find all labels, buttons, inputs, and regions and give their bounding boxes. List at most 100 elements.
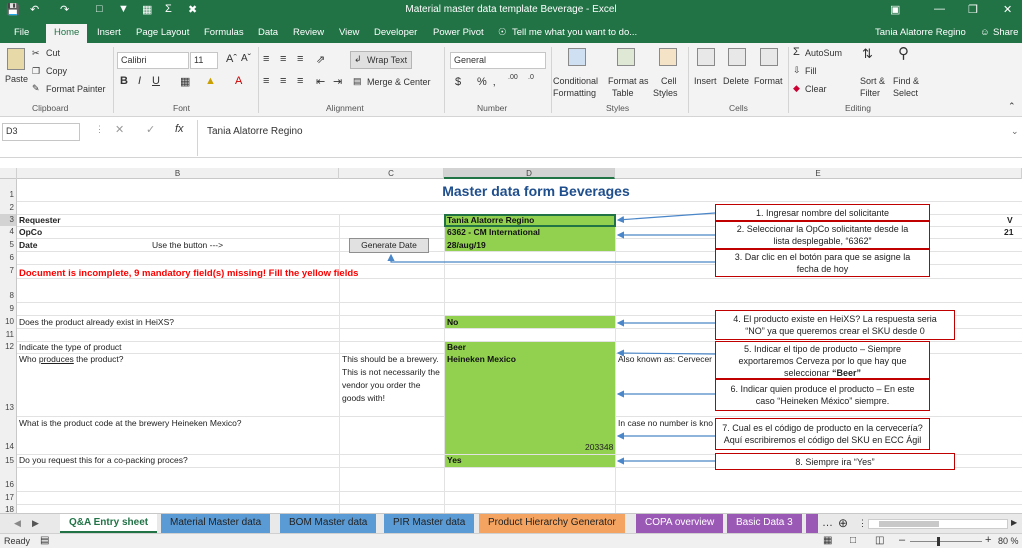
autosum-button[interactable]: AutoSum (805, 48, 842, 58)
sort-filter-label-2[interactable]: Filter (860, 88, 880, 98)
scroll-right-icon[interactable]: ▶ (32, 518, 39, 529)
tab-home[interactable]: Home (46, 24, 88, 43)
cell-styles-label-1[interactable]: Cell (661, 76, 677, 86)
select-all-corner[interactable] (0, 168, 17, 179)
font-size-select[interactable]: 11 (190, 52, 218, 69)
find-select-label-1[interactable]: Find & (893, 76, 919, 86)
column-header-d[interactable]: D (444, 168, 615, 179)
sheet-tab-copa[interactable]: COPA overview (636, 514, 724, 533)
increase-decimal-icon[interactable]: .00 (508, 74, 518, 81)
sheet-tab-pir-master[interactable]: PIR Master data (384, 514, 475, 533)
increase-indent-icon[interactable]: ⇥ (333, 75, 342, 88)
more-sheets-icon[interactable]: … (822, 517, 833, 529)
clear-button[interactable]: Clear (805, 84, 827, 94)
conditional-formatting-label-2[interactable]: Formatting (553, 88, 596, 98)
cell-styles-label-2[interactable]: Styles (653, 88, 678, 98)
merge-center-button[interactable]: Merge & Center (367, 77, 431, 87)
zoom-in-icon[interactable]: + (985, 534, 991, 546)
name-box[interactable]: D3 (2, 123, 80, 141)
sort-filter-label-1[interactable]: Sort & (860, 76, 885, 86)
paste-button[interactable]: Paste (5, 74, 28, 84)
currency-icon[interactable]: $ (455, 76, 461, 88)
sheet-tab-material-master[interactable]: Material Master data (161, 514, 271, 533)
sheet-tab-truncated[interactable] (806, 514, 818, 533)
column-header-b[interactable]: B (17, 168, 339, 179)
tab-split-icon[interactable]: ⋮ (858, 518, 867, 529)
align-left-icon[interactable]: ≡ (263, 75, 269, 87)
sheet-tab-bom-master[interactable]: BOM Master data (280, 514, 377, 533)
find-select-label-2[interactable]: Select (893, 88, 918, 98)
align-center-icon[interactable]: ≡ (280, 75, 286, 87)
font-name-select[interactable]: Calibri (117, 52, 189, 69)
align-bottom-icon[interactable]: ≡ (297, 53, 303, 65)
insert-function-icon[interactable]: fx (175, 123, 184, 135)
bold-icon[interactable]: B (120, 75, 128, 87)
enter-icon[interactable]: ✓ (146, 123, 155, 136)
italic-icon[interactable]: I (138, 75, 141, 87)
add-sheet-icon[interactable]: ⊕ (838, 516, 848, 530)
tab-developer[interactable]: Developer (374, 27, 417, 38)
decrease-font-icon[interactable]: Aˇ (241, 53, 251, 64)
fill-button[interactable]: Fill (805, 66, 817, 76)
zoom-slider[interactable] (910, 537, 982, 546)
copy-button[interactable]: Copy (46, 66, 67, 76)
minimize-icon[interactable]: — (934, 3, 945, 15)
number-format-select[interactable]: General (450, 52, 546, 69)
user-name[interactable]: Tania Alatorre Regino (875, 27, 966, 38)
font-color-icon[interactable]: A (235, 75, 242, 87)
column-header-e[interactable]: E (615, 168, 1022, 179)
zoom-out-icon[interactable]: – (899, 534, 905, 546)
decrease-decimal-icon[interactable]: .0 (528, 74, 534, 81)
format-as-table-label-1[interactable]: Format as (608, 76, 649, 86)
tab-insert[interactable]: Insert (97, 27, 121, 38)
tab-view[interactable]: View (339, 27, 359, 38)
wrap-text-button[interactable]: Wrap Text ↲ (350, 51, 412, 69)
comma-icon[interactable]: ‚ (493, 76, 495, 88)
orientation-icon[interactable]: ⇗ (316, 53, 325, 66)
delete-cells-button[interactable]: Delete (723, 76, 749, 86)
page-layout-icon[interactable]: □ (850, 535, 856, 546)
scrollbar-thumb[interactable] (879, 521, 939, 527)
format-painter-button[interactable]: Format Painter (46, 84, 106, 94)
tab-page-layout[interactable]: Page Layout (136, 27, 189, 38)
underline-icon[interactable]: U (152, 75, 160, 87)
scroll-left-icon[interactable]: ◀ (14, 518, 21, 529)
format-as-table-label-2[interactable]: Table (612, 88, 634, 98)
percent-icon[interactable]: % (477, 76, 487, 88)
ribbon-display-icon[interactable]: ▣ (890, 3, 900, 16)
align-top-icon[interactable]: ≡ (263, 53, 269, 65)
borders-icon[interactable]: ▦ (180, 75, 190, 88)
share-button[interactable]: Share (993, 27, 1018, 38)
insert-cells-button[interactable]: Insert (694, 76, 717, 86)
align-middle-icon[interactable]: ≡ (280, 53, 286, 65)
tab-formulas[interactable]: Formulas (204, 27, 244, 38)
page-break-icon[interactable]: ◫ (875, 535, 884, 546)
column-header-c[interactable]: C (339, 168, 444, 179)
zoom-level[interactable]: 80 % (998, 536, 1019, 546)
fill-color-icon[interactable]: ▲ (205, 75, 216, 87)
tab-data[interactable]: Data (258, 27, 278, 38)
tell-me-box[interactable]: Tell me what you want to do... (512, 27, 637, 38)
cancel-icon[interactable]: ✕ (115, 123, 124, 136)
format-cells-button[interactable]: Format (754, 76, 783, 86)
formula-input[interactable]: Tania Alatorre Regino (207, 126, 303, 137)
conditional-formatting-label-1[interactable]: Conditional (553, 76, 598, 86)
clipboard-icon[interactable] (7, 48, 25, 70)
cut-button[interactable]: Cut (46, 48, 60, 58)
increase-font-icon[interactable]: Aˆ (226, 53, 237, 65)
close-icon[interactable]: ✕ (1003, 3, 1012, 16)
sheet-tab-qa-entry[interactable]: Q&A Entry sheet (60, 514, 158, 533)
decrease-indent-icon[interactable]: ⇤ (316, 75, 325, 88)
macro-record-icon[interactable]: ▤ (40, 535, 49, 546)
align-right-icon[interactable]: ≡ (297, 75, 303, 87)
sheet-tab-product-hierarchy[interactable]: Product Hierarchy Generator (479, 514, 625, 533)
sheet-tab-basic-data-3[interactable]: Basic Data 3 (727, 514, 802, 533)
expand-formula-icon[interactable]: ⌄ (1011, 126, 1019, 137)
zoom-slider-thumb[interactable] (937, 537, 940, 546)
tab-file[interactable]: File (14, 27, 29, 38)
tab-power-pivot[interactable]: Power Pivot (433, 27, 484, 38)
scroll-right-arrow-icon[interactable]: ▶ (1011, 518, 1017, 527)
normal-view-icon[interactable]: ▦ (823, 535, 832, 546)
restore-icon[interactable]: ❐ (968, 3, 978, 16)
collapse-ribbon-icon[interactable]: ⌃ (1008, 101, 1016, 112)
